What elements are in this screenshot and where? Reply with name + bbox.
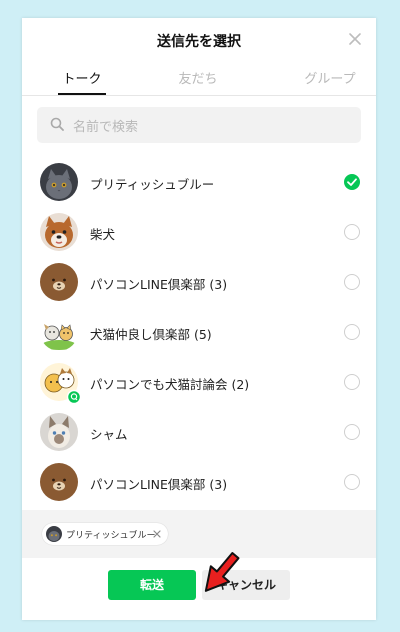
- dog-cat-open-chat-avatar: [40, 363, 82, 405]
- siamese-cat-avatar: [40, 413, 78, 451]
- recipient-list: プリティッシュブルー 柴犬 パソコンLINE倶楽部 (3) 犬猫仲良し倶楽部 (…: [22, 158, 376, 508]
- list-item[interactable]: パソコンLINE倶楽部 (3): [22, 458, 376, 508]
- list-item[interactable]: シャム: [22, 408, 376, 458]
- send-button[interactable]: 転送: [108, 570, 196, 600]
- item-name: パソコンでも犬猫討論会 (2): [90, 377, 250, 392]
- list-item[interactable]: パソコンLINE倶楽部 (3): [22, 258, 376, 308]
- tab-friends[interactable]: 友だち: [158, 68, 238, 87]
- list-item[interactable]: パソコンでも犬猫討論会 (2): [22, 358, 376, 408]
- select-radio[interactable]: [344, 224, 360, 240]
- list-item[interactable]: プリティッシュブルー: [22, 158, 376, 208]
- shiba-dog-avatar: [40, 213, 78, 251]
- tab-talk[interactable]: トーク: [42, 68, 122, 87]
- red-pointer-arrow-icon: [204, 552, 240, 592]
- close-icon[interactable]: [346, 30, 364, 48]
- item-name: 犬猫仲良し倶楽部 (5): [90, 327, 212, 342]
- tab-bar: トーク 友だち グループ: [22, 62, 376, 96]
- item-name: パソコンLINE倶楽部 (3): [90, 477, 228, 492]
- item-name: 柴犬: [90, 227, 116, 242]
- select-radio[interactable]: [344, 374, 360, 390]
- selected-check-icon[interactable]: [344, 174, 360, 190]
- list-item[interactable]: 犬猫仲良し倶楽部 (5): [22, 308, 376, 358]
- dog-cat-group-avatar: [40, 313, 78, 351]
- item-name: パソコンLINE倶楽部 (3): [90, 277, 228, 292]
- list-item[interactable]: 柴犬: [22, 208, 376, 258]
- dialog-header: 送信先を選択: [22, 18, 376, 62]
- tab-groups[interactable]: グループ: [290, 68, 370, 87]
- select-radio[interactable]: [344, 424, 360, 440]
- chip-label: プリティッシュブルー: [66, 531, 156, 541]
- item-name: プリティッシュブルー: [90, 177, 215, 192]
- search-input[interactable]: 名前で検索: [37, 107, 361, 143]
- dialog-title: 送信先を選択: [157, 34, 241, 50]
- remove-chip-icon[interactable]: [153, 530, 161, 538]
- select-radio[interactable]: [344, 324, 360, 340]
- selected-recipient-chip: プリティッシュブルー: [42, 523, 168, 545]
- item-name: シャム: [90, 427, 128, 442]
- select-radio[interactable]: [344, 274, 360, 290]
- search-placeholder: 名前で検索: [73, 120, 139, 135]
- select-radio[interactable]: [344, 474, 360, 490]
- gray-cat-avatar: [40, 163, 78, 201]
- brown-bear-avatar: [40, 263, 78, 301]
- search-icon: [50, 117, 64, 131]
- gray-cat-avatar: [46, 526, 62, 542]
- active-tab-indicator: [58, 93, 106, 95]
- forward-dialog: 送信先を選択 トーク 友だち グループ 名前で検索 プリティッシュブルー 柴犬 …: [22, 18, 376, 620]
- brown-bear-avatar: [40, 463, 78, 501]
